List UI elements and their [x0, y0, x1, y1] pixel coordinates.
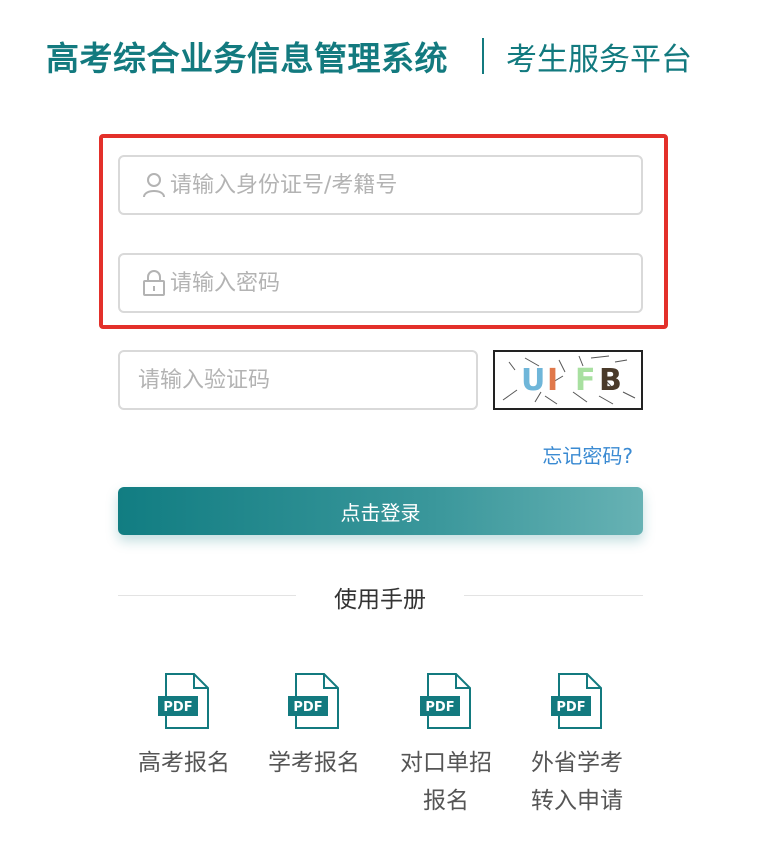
pdf-icon: PDF [158, 673, 209, 729]
id-field[interactable] [118, 155, 643, 215]
manual-item-label: 对口单招报名 [400, 750, 492, 814]
system-title: 高考综合业务信息管理系统 [46, 39, 448, 78]
svg-text:PDF: PDF [425, 700, 454, 715]
pdf-icon: PDF [551, 673, 602, 729]
header-separator [482, 38, 484, 74]
pdf-icon: PDF [420, 673, 471, 729]
divider-left [118, 595, 296, 596]
divider-right [464, 595, 643, 596]
captcha-field[interactable] [118, 350, 478, 410]
pdf-icon: PDF [288, 673, 339, 729]
platform-title: 考生服务平台 [506, 41, 692, 78]
captcha-char-3: F [575, 363, 596, 398]
login-page: 高考综合业务信息管理系统 考生服务平台 请输入身份证号/考籍号 请输入验证码 U… [0, 0, 766, 844]
svg-text:PDF: PDF [163, 700, 192, 715]
manual-item-gaokao[interactable]: PDF 高考报名 [124, 672, 244, 782]
manual-title: 使用手册 [334, 587, 426, 613]
manual-item-label: 外省学考转入申请 [531, 750, 623, 814]
password-field[interactable] [118, 253, 643, 313]
user-icon [140, 171, 168, 199]
manual-item-label: 高考报名 [138, 750, 230, 776]
svg-text:PDF: PDF [293, 700, 322, 715]
login-button[interactable]: 点击登录 [118, 487, 643, 535]
captcha-char-1: U [521, 363, 545, 398]
captcha-char-4: B [599, 363, 622, 398]
manual-item-label: 学考报名 [268, 750, 360, 776]
lock-icon [140, 269, 168, 297]
forgot-password-link[interactable]: 忘记密码? [542, 440, 633, 469]
manual-item-xuekao[interactable]: PDF 学考报名 [254, 672, 374, 782]
captcha-image[interactable]: U I F B [493, 350, 643, 410]
captcha-char-2: I [547, 363, 558, 398]
svg-text:PDF: PDF [556, 700, 585, 715]
password-input[interactable] [170, 255, 641, 311]
manual-item-duikou[interactable]: PDF 对口单招报名 [386, 672, 506, 820]
manual-item-waisheng[interactable]: PDF 外省学考转入申请 [517, 672, 637, 820]
id-input[interactable] [170, 157, 641, 213]
page-header: 高考综合业务信息管理系统 考生服务平台 [46, 32, 692, 80]
captcha-input[interactable] [120, 352, 476, 408]
